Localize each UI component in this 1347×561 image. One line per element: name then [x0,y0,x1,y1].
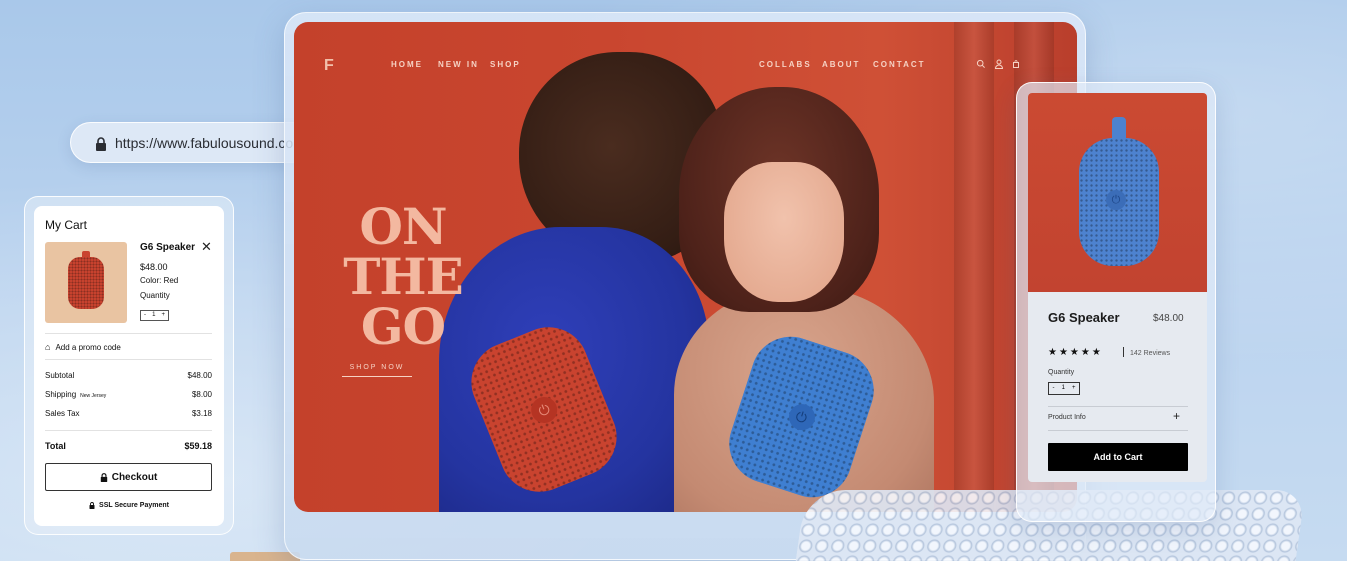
woman-figure-face [724,162,844,302]
quantity-value: 1 [1061,385,1065,391]
shop-now-link[interactable]: SHOP NOW [342,364,412,377]
lock-icon [89,502,95,509]
curtain-fold [954,22,994,512]
total-label: Total [45,441,66,451]
site-navbar: F HOME NEW IN SHOP COLLABS ABOUT CONTACT [294,22,1077,82]
tag-icon: ⌂ [45,342,51,352]
increment-button[interactable]: + [1072,383,1076,394]
checkout-button[interactable]: Checkout [45,463,212,491]
secure-payment-note: SSL Secure Payment [34,502,224,509]
shipping-label-group: Shipping New Jersey [45,390,106,399]
hero-title-line: ON [359,197,447,256]
subtotal-value: $48.00 [187,371,212,380]
lock-icon [100,472,107,482]
cart-title: My Cart [45,218,87,232]
divider [1048,406,1188,407]
divider [45,430,212,431]
shipping-value: $8.00 [191,390,212,399]
add-to-cart-button[interactable]: Add to Cart [1048,443,1188,471]
hero-title: ON THE GO [338,202,468,352]
product-info-toggle[interactable]: Product Info [1048,414,1086,421]
cart-item-quantity-label: Quantity [140,291,170,300]
shipping-row: Shipping New Jersey $8.00 [45,390,212,399]
decrement-button[interactable]: - [144,311,146,320]
website-screen: ⏻ ⏻ F HOME NEW IN SHOP COLLABS ABOUT CON… [294,22,1077,512]
total-value: $59.18 [184,441,212,451]
subtotal-label: Subtotal [45,371,75,380]
red-speaker-thumbnail [68,257,104,309]
divider [1123,347,1124,357]
plus-icon[interactable]: + [1173,409,1180,423]
hero-title-line: THE [343,247,464,306]
product-image[interactable]: ⏻ [1028,93,1207,292]
divider [1048,430,1188,431]
search-icon[interactable] [976,59,986,69]
tax-value: $3.18 [191,409,212,418]
quantity-stepper[interactable]: - 1 + [1048,382,1080,395]
site-logo[interactable]: F [324,58,338,74]
shipping-region[interactable]: New Jersey [80,393,106,399]
nav-about[interactable]: ABOUT [822,60,860,69]
cart-quantity-stepper[interactable]: - 1 + [140,310,169,321]
product-price: $48.00 [1153,313,1184,324]
divider [45,359,212,360]
subtotal-row: Subtotal $48.00 [45,371,212,380]
cart-item-thumbnail[interactable] [45,242,127,323]
nav-collabs[interactable]: COLLABS [759,60,812,69]
cart-item-name[interactable]: G6 Speaker [140,242,195,253]
cart-item-price: $48.00 [140,262,168,272]
tax-label: Sales Tax [45,409,80,418]
increment-button[interactable]: + [161,311,165,320]
product-name: G6 Speaker [1048,310,1120,325]
power-icon: ⏻ [1106,190,1126,210]
decrement-button[interactable]: - [1053,383,1055,394]
tax-row: Sales Tax $3.18 [45,409,212,418]
product-card: ⏻ G6 Speaker $48.00 ★★★★★ 142 Reviews Qu… [1028,93,1207,482]
quantity-value: 1 [152,312,156,318]
nav-new-in[interactable]: NEW IN [438,60,479,69]
bag-icon[interactable] [1011,59,1021,69]
cart-item-color: Color: Red [140,276,179,285]
secure-payment-label: SSL Secure Payment [99,502,169,509]
divider [45,333,212,334]
power-icon: ⏻ [527,392,561,427]
nav-home[interactable]: HOME [391,60,423,69]
checkout-label[interactable]: Checkout [112,472,158,483]
quantity-label: Quantity [1048,369,1075,376]
shipping-label: Shipping [45,390,77,399]
user-icon[interactable] [994,59,1004,69]
nav-shop[interactable]: SHOP [490,60,521,69]
remove-item-icon[interactable]: ✕ [201,240,212,254]
url-text[interactable]: https://www.fabulousound.com [115,135,305,151]
power-icon: ⏻ [785,400,818,434]
nav-contact[interactable]: CONTACT [873,60,926,69]
reviews-link[interactable]: 142 Reviews [1130,350,1170,357]
lock-icon [96,137,106,151]
cart-panel: My Cart G6 Speaker ✕ $48.00 Color: Red Q… [34,206,224,526]
promo-code-link[interactable]: ⌂ Add a promo code [45,342,121,352]
total-row: Total $59.18 [45,441,212,451]
promo-code-label[interactable]: Add a promo code [55,343,120,352]
rating-stars: ★★★★★ [1048,347,1103,358]
hero-title-line: GO [360,297,446,356]
